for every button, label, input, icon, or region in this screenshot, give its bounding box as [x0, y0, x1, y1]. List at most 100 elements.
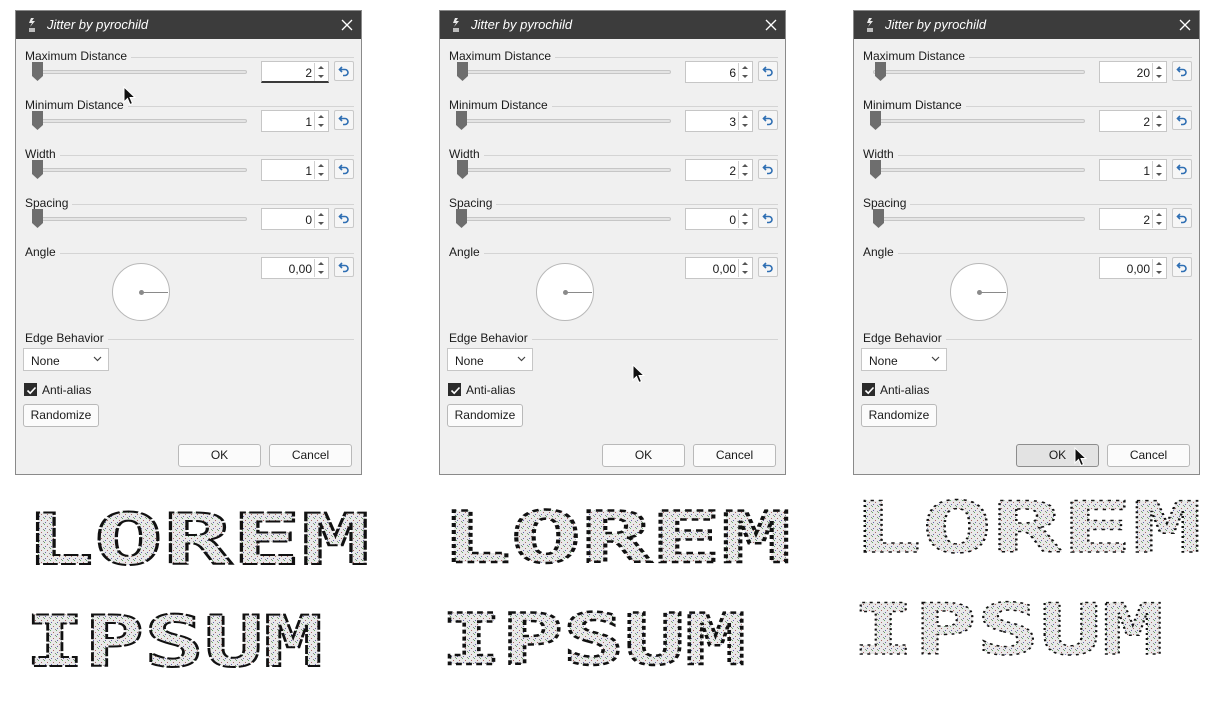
angle-dial[interactable] — [950, 263, 1008, 321]
spin-down-icon[interactable] — [739, 121, 751, 130]
spin-down-icon[interactable] — [739, 219, 751, 228]
min-distance-slider-thumb[interactable] — [32, 111, 43, 130]
spin-down-icon[interactable] — [1153, 72, 1165, 81]
spin-up-icon[interactable] — [1153, 112, 1165, 121]
width-input[interactable]: 1 — [261, 159, 329, 181]
spacing-slider-thumb[interactable] — [456, 209, 467, 228]
min-distance-slider[interactable] — [459, 119, 671, 123]
angle-dial[interactable] — [536, 263, 594, 321]
edge-behavior-select[interactable]: None — [861, 348, 947, 371]
reset-spacing-button[interactable] — [334, 208, 354, 228]
spin-down-icon[interactable] — [315, 72, 327, 81]
randomize-button[interactable]: Randomize — [23, 404, 99, 427]
min-distance-slider-thumb[interactable] — [456, 111, 467, 130]
spacing-slider[interactable] — [459, 217, 671, 221]
antialias-checkbox[interactable] — [448, 383, 461, 396]
reset-max-distance-button[interactable] — [334, 61, 354, 81]
ok-button[interactable]: OK — [1016, 444, 1099, 467]
min-distance-input[interactable]: 1 — [261, 110, 329, 132]
spin-down-icon[interactable] — [1153, 121, 1165, 130]
spacing-slider-thumb[interactable] — [32, 209, 43, 228]
spin-up-icon[interactable] — [315, 112, 327, 121]
spin-down-icon[interactable] — [739, 170, 751, 179]
angle-input[interactable]: 0,00 — [261, 257, 329, 279]
max-distance-slider[interactable] — [35, 70, 247, 74]
spacing-input[interactable]: 2 — [1099, 208, 1167, 230]
width-slider[interactable] — [459, 168, 671, 172]
angle-input[interactable]: 0,00 — [1099, 257, 1167, 279]
close-icon[interactable] — [339, 17, 355, 33]
reset-spacing-button[interactable] — [758, 208, 778, 228]
reset-angle-button[interactable] — [758, 257, 778, 277]
max-distance-slider-thumb[interactable] — [457, 62, 468, 81]
max-distance-slider[interactable] — [459, 70, 671, 74]
min-distance-slider[interactable] — [35, 119, 247, 123]
max-distance-input[interactable]: 6 — [685, 61, 753, 83]
spin-up-icon[interactable] — [315, 210, 327, 219]
title-bar[interactable]: Jitter by pyrochild — [854, 11, 1199, 39]
spacing-input[interactable]: 0 — [685, 208, 753, 230]
spin-up-icon[interactable] — [1153, 161, 1165, 170]
spin-up-icon[interactable] — [739, 63, 751, 72]
width-input[interactable]: 2 — [685, 159, 753, 181]
close-icon[interactable] — [763, 17, 779, 33]
spin-up-icon[interactable] — [1153, 210, 1165, 219]
title-bar[interactable]: Jitter by pyrochild — [16, 11, 361, 39]
edge-behavior-select[interactable]: None — [23, 348, 109, 371]
title-bar[interactable]: Jitter by pyrochild — [440, 11, 785, 39]
reset-angle-button[interactable] — [1172, 257, 1192, 277]
min-distance-slider[interactable] — [873, 119, 1085, 123]
min-distance-input[interactable]: 3 — [685, 110, 753, 132]
spin-up-icon[interactable] — [315, 259, 327, 268]
width-slider-thumb[interactable] — [32, 160, 43, 179]
spin-up-icon[interactable] — [739, 210, 751, 219]
angle-input[interactable]: 0,00 — [685, 257, 753, 279]
width-slider-thumb[interactable] — [457, 160, 468, 179]
spin-down-icon[interactable] — [1153, 170, 1165, 179]
spin-down-icon[interactable] — [739, 72, 751, 81]
reset-width-button[interactable] — [1172, 159, 1192, 179]
spin-up-icon[interactable] — [1153, 63, 1165, 72]
spin-up-icon[interactable] — [315, 161, 327, 170]
reset-max-distance-button[interactable] — [1172, 61, 1192, 81]
spin-down-icon[interactable] — [315, 219, 327, 228]
spin-down-icon[interactable] — [315, 170, 327, 179]
spin-up-icon[interactable] — [739, 259, 751, 268]
spin-up-icon[interactable] — [315, 63, 327, 72]
cancel-button[interactable]: Cancel — [693, 444, 776, 467]
max-distance-slider-thumb[interactable] — [32, 62, 43, 81]
max-distance-slider[interactable] — [873, 70, 1085, 74]
spin-up-icon[interactable] — [739, 161, 751, 170]
max-distance-slider-thumb[interactable] — [875, 62, 886, 81]
spin-up-icon[interactable] — [1153, 259, 1165, 268]
reset-spacing-button[interactable] — [1172, 208, 1192, 228]
spacing-slider[interactable] — [35, 217, 247, 221]
min-distance-slider-thumb[interactable] — [870, 111, 881, 130]
spin-up-icon[interactable] — [739, 112, 751, 121]
close-icon[interactable] — [1177, 17, 1193, 33]
reset-width-button[interactable] — [758, 159, 778, 179]
reset-angle-button[interactable] — [334, 257, 354, 277]
spacing-input[interactable]: 0 — [261, 208, 329, 230]
width-slider[interactable] — [35, 168, 247, 172]
max-distance-input[interactable]: 2 — [261, 61, 329, 83]
reset-max-distance-button[interactable] — [758, 61, 778, 81]
reset-min-distance-button[interactable] — [1172, 110, 1192, 130]
cancel-button[interactable]: Cancel — [1107, 444, 1190, 467]
width-slider[interactable] — [873, 168, 1085, 172]
antialias-checkbox[interactable] — [24, 383, 37, 396]
spacing-slider-thumb[interactable] — [873, 209, 884, 228]
width-input[interactable]: 1 — [1099, 159, 1167, 181]
width-slider-thumb[interactable] — [870, 160, 881, 179]
antialias-checkbox[interactable] — [862, 383, 875, 396]
spin-down-icon[interactable] — [315, 268, 327, 277]
ok-button[interactable]: OK — [602, 444, 685, 467]
max-distance-input[interactable]: 20 — [1099, 61, 1167, 83]
cancel-button[interactable]: Cancel — [269, 444, 352, 467]
min-distance-input[interactable]: 2 — [1099, 110, 1167, 132]
reset-min-distance-button[interactable] — [334, 110, 354, 130]
spin-down-icon[interactable] — [739, 268, 751, 277]
spin-down-icon[interactable] — [1153, 219, 1165, 228]
edge-behavior-select[interactable]: None — [447, 348, 533, 371]
angle-dial[interactable] — [112, 263, 170, 321]
